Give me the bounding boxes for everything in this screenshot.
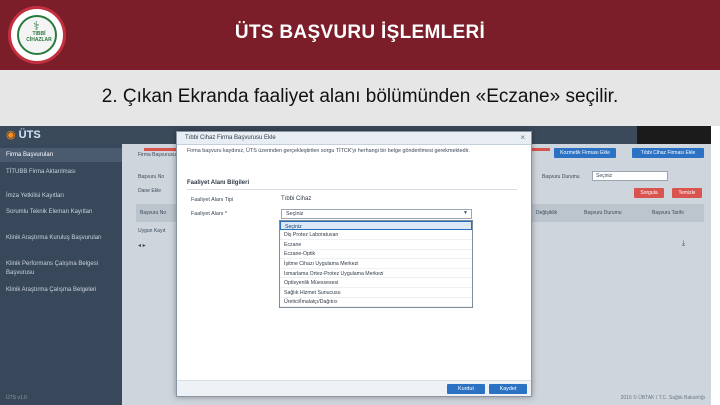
slide-header: ⚕ TIBBİ CİHAZLAR ÜTS BAŞVURU İŞLEMLERİ bbox=[0, 0, 720, 70]
option-eczane[interactable]: Eczane bbox=[280, 240, 472, 250]
faaliyet-alani-label: Faaliyet Alanı * bbox=[191, 211, 227, 217]
breadcrumb: Firma Başvurusu bbox=[138, 152, 176, 158]
topbar-right-panel bbox=[637, 126, 711, 144]
sidebar-item-klinik-kurulus[interactable]: Klinik Araştırma Kuruluş Başvuruları bbox=[6, 234, 116, 243]
sidebar-item-klinik-performans[interactable]: Klinik Performans Çalışma Belgesi Başvur… bbox=[6, 260, 116, 278]
sidebar: Firma Başvuruları TİTUBB Firma Aktarılma… bbox=[0, 144, 122, 405]
subtitle-band: 2. Çıkan Ekranda faaliyet alanı bölümünd… bbox=[0, 70, 720, 126]
close-icon[interactable]: × bbox=[520, 133, 525, 142]
search-button[interactable]: Sorgula bbox=[634, 188, 664, 198]
firma-basvuru-modal: Tıbbi Cihaz Firma Başvurusu Ekle × Firma… bbox=[176, 131, 532, 397]
chevron-down-icon: ▼ bbox=[463, 210, 468, 216]
slide-title: ÜTS BAŞVURU İŞLEMLERİ bbox=[234, 22, 486, 43]
slide-subtitle: 2. Çıkan Ekranda faaliyet alanı bölümünd… bbox=[101, 86, 619, 107]
col-basvuru-no: Başvuru No bbox=[140, 210, 167, 216]
empty-table-text: Uygun Kayıt bbox=[138, 228, 166, 234]
option-saglik[interactable]: Sağlık Hizmet Sunucusu bbox=[280, 288, 472, 298]
option-uretici[interactable]: Üretici/İmalatçı/Dağıtıcı bbox=[280, 298, 472, 308]
status-label: Başvuru Durumu bbox=[542, 174, 580, 180]
add-tibbi-cihaz-button[interactable]: Tıbbi Cihaz Firması Ekle bbox=[632, 148, 704, 158]
sidebar-item-imza[interactable]: İmza Yetkilisi Kayıtları bbox=[6, 192, 116, 201]
new-label[interactable]: Dane Ekle bbox=[138, 188, 161, 194]
search-label: Başvuru No bbox=[138, 174, 165, 180]
app-footer: 2016 © ÜBTAK / T.C. Sağlık Bakanlığı bbox=[620, 395, 705, 401]
sidebar-footer: ÜTS v1.0 bbox=[6, 395, 27, 401]
sidebar-item-firma-basvurulari[interactable]: Firma Başvuruları bbox=[0, 148, 122, 162]
modal-message: Firma başvuru kaydınız, ÜTS üzerinden ge… bbox=[187, 148, 470, 154]
save-button[interactable]: Kaydet bbox=[489, 384, 527, 394]
faaliyet-alani-dropdown: Seçiniz Diş Protez Laboratuvarı Eczane E… bbox=[279, 220, 473, 308]
section-divider bbox=[187, 189, 517, 190]
col-basvuru-tarihi: Başvuru Tarihi bbox=[652, 210, 684, 216]
option-ismarlama[interactable]: Ismarlama Ortez-Protez Uygulama Merkezi bbox=[280, 269, 472, 279]
cancel-button[interactable]: Kurdut bbox=[447, 384, 485, 394]
col-basvuru-durumu: Başvuru Durumu bbox=[584, 210, 622, 216]
option-isitme[interactable]: İşitme Cihazı Uygulama Merkezi bbox=[280, 259, 472, 269]
faaliyet-alani-select[interactable]: Seçiniz ▼ bbox=[281, 209, 472, 219]
status-select[interactable]: Seçiniz bbox=[592, 171, 668, 181]
clear-button[interactable]: Temizle bbox=[672, 188, 702, 198]
sidebar-item-sorumlu[interactable]: Sorumlu Teknik Eleman Kayıtları bbox=[6, 208, 116, 217]
modal-footer: Kurdut Kaydet bbox=[177, 380, 531, 396]
option-seciniz[interactable]: Seçiniz bbox=[280, 221, 472, 231]
section-title: Faaliyet Alanı Bilgileri bbox=[187, 180, 250, 186]
faaliyet-tipi-value: Tıbbi Cihaz bbox=[281, 196, 312, 202]
sidebar-item-titubb[interactable]: TİTUBB Firma Aktarılması bbox=[6, 168, 116, 177]
faaliyet-tipi-label: Faaliyet Alanı Tipi bbox=[191, 197, 234, 203]
modal-title: Tıbbi Cihaz Firma Başvurusu Ekle × bbox=[177, 132, 531, 145]
sidebar-item-klinik-calisma[interactable]: Klinik Araştırma Çalışma Belgeleri bbox=[6, 286, 116, 295]
option-eczane-optik[interactable]: Eczane-Optik bbox=[280, 250, 472, 260]
option-dis-protez[interactable]: Diş Protez Laboratuvarı bbox=[280, 231, 472, 240]
col-degisiklik: Değişiklik bbox=[536, 210, 558, 216]
download-icon[interactable]: ⤓ bbox=[682, 240, 685, 248]
app-logo: ◉ ÜTS bbox=[6, 129, 41, 141]
add-kozmetik-button[interactable]: Kozmetik Firması Ekle bbox=[554, 148, 616, 158]
pager-arrows[interactable]: ◂ ▸ bbox=[138, 242, 146, 249]
option-optisyenlik[interactable]: Optisyenlik Müessesesi bbox=[280, 279, 472, 288]
